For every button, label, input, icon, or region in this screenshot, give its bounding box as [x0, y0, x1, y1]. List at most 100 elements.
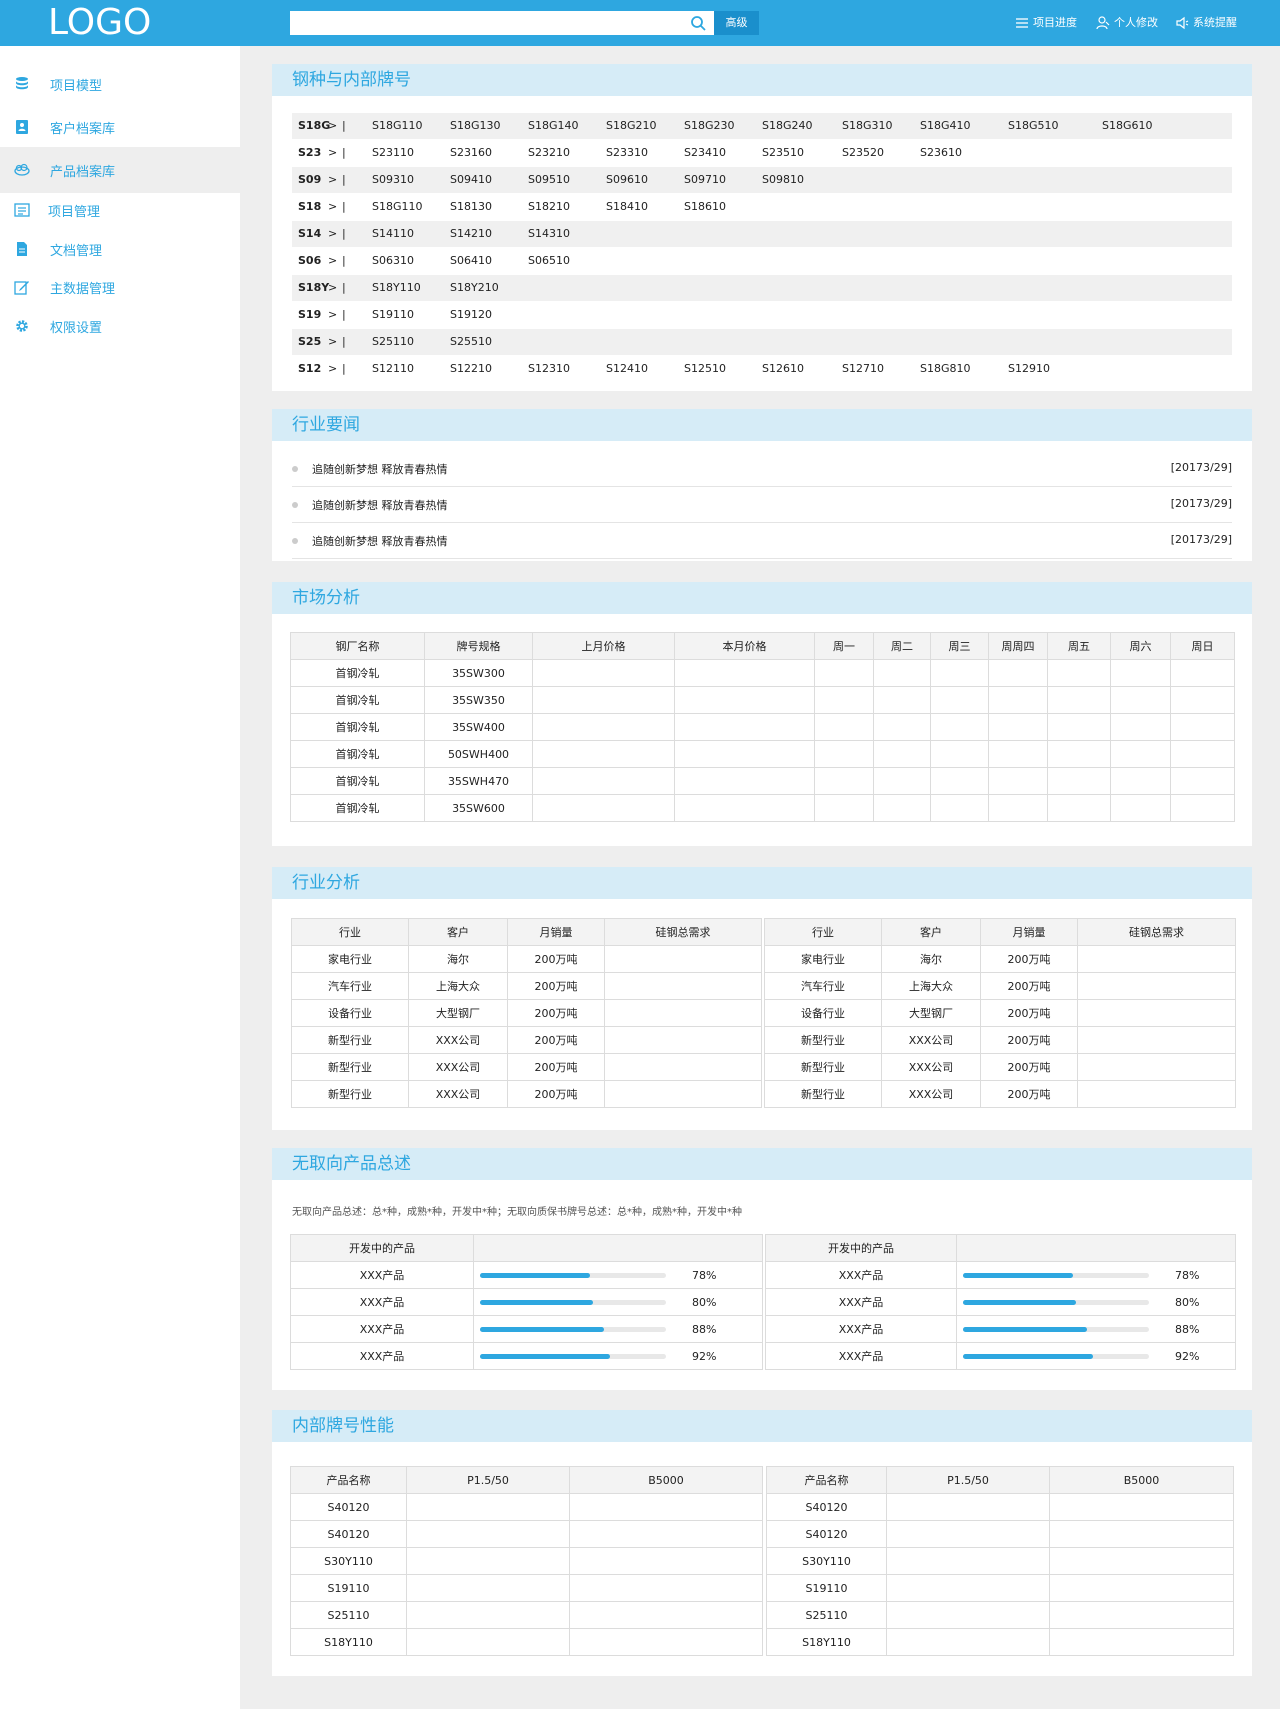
sidebar-item-document-management[interactable]: 文档管理	[0, 229, 240, 269]
col-header: 开发中的产品	[290, 1234, 474, 1262]
grade-code[interactable]: S09510	[528, 167, 570, 193]
grade-code[interactable]: S09810	[762, 167, 804, 193]
sidebar-item-master-data[interactable]: 主数据管理	[0, 267, 240, 307]
grade-code[interactable]: S18G230	[684, 113, 735, 139]
table-row: XXX产品 88%	[765, 1315, 1236, 1343]
table-cell	[604, 972, 762, 1000]
col-header: 产品名称	[290, 1466, 407, 1494]
grade-code[interactable]: S18410	[606, 194, 648, 220]
grade-family-label[interactable]: S18G	[298, 113, 330, 139]
grade-code[interactable]: S06310	[372, 248, 414, 274]
grade-code[interactable]: S09610	[606, 167, 648, 193]
grade-code[interactable]: S18G610	[1102, 113, 1153, 139]
progress-percent: 88%	[1175, 1322, 1200, 1336]
news-item[interactable]: 追随创新梦想 释放青春热情 [20173/29]	[292, 523, 1232, 559]
grade-code[interactable]: S19120	[450, 302, 492, 328]
grade-code[interactable]: S06410	[450, 248, 492, 274]
grade-code[interactable]: S23310	[606, 140, 648, 166]
grade-family-label[interactable]: S14	[298, 221, 321, 247]
grade-code[interactable]: S18130	[450, 194, 492, 220]
grade-family-label[interactable]: S19	[298, 302, 321, 328]
grade-code[interactable]: S06510	[528, 248, 570, 274]
grade-code[interactable]: S18Y210	[450, 275, 499, 301]
table-cell	[604, 999, 762, 1027]
grade-code[interactable]: S12710	[842, 356, 884, 382]
grade-code[interactable]: S19110	[372, 302, 414, 328]
grade-code[interactable]: S12410	[606, 356, 648, 382]
grade-code[interactable]: S23160	[450, 140, 492, 166]
grade-code[interactable]: S14110	[372, 221, 414, 247]
expand-arrow-icon[interactable]: >	[328, 248, 337, 274]
grade-code[interactable]: S25510	[450, 329, 492, 355]
grade-family-label[interactable]: S12	[298, 356, 321, 382]
grade-code[interactable]: S18610	[684, 194, 726, 220]
grade-family-label[interactable]: S23	[298, 140, 321, 166]
expand-arrow-icon[interactable]: >	[328, 356, 337, 382]
grade-code[interactable]: S18G110	[372, 194, 423, 220]
grade-code[interactable]: S12310	[528, 356, 570, 382]
grade-code[interactable]: S18G410	[920, 113, 971, 139]
grade-code[interactable]: S23510	[762, 140, 804, 166]
grade-code[interactable]: S12610	[762, 356, 804, 382]
table-cell	[1077, 1080, 1236, 1108]
expand-arrow-icon[interactable]: >	[328, 329, 337, 355]
expand-arrow-icon[interactable]: >	[328, 275, 337, 301]
grade-code[interactable]: S18210	[528, 194, 570, 220]
sidebar-item-customer-archive[interactable]: 客户档案库	[0, 107, 240, 147]
news-title[interactable]: 追随创新梦想 释放青春热情	[312, 497, 448, 513]
grade-code[interactable]: S23110	[372, 140, 414, 166]
sidebar-item-permissions[interactable]: 权限设置	[0, 306, 240, 346]
nav-profile-edit[interactable]: 个人修改	[1096, 15, 1158, 31]
grade-code[interactable]: S18Y110	[372, 275, 421, 301]
sidebar-item-product-archive[interactable]: 产品档案库	[0, 147, 240, 193]
grade-code[interactable]: S09310	[372, 167, 414, 193]
expand-arrow-icon[interactable]: >	[328, 167, 337, 193]
grade-code[interactable]: S23410	[684, 140, 726, 166]
grade-code[interactable]: S18G810	[920, 356, 971, 382]
nav-project-progress[interactable]: 项目进度	[1015, 15, 1077, 31]
expand-arrow-icon[interactable]: >	[328, 140, 337, 166]
table-cell	[532, 767, 675, 795]
grade-code[interactable]: S25110	[372, 329, 414, 355]
expand-arrow-icon[interactable]: >	[328, 302, 337, 328]
grade-code[interactable]: S12510	[684, 356, 726, 382]
expand-arrow-icon[interactable]: >	[328, 194, 337, 220]
grade-code[interactable]: S09710	[684, 167, 726, 193]
sidebar-item-project-model[interactable]: 项目模型	[0, 64, 240, 104]
col-header: P1.5/50	[406, 1466, 570, 1494]
expand-arrow-icon[interactable]: >	[328, 113, 337, 139]
grade-code[interactable]: S18G140	[528, 113, 579, 139]
grade-family-label[interactable]: S18	[298, 194, 321, 220]
grade-family-label[interactable]: S25	[298, 329, 321, 355]
grade-code[interactable]: S14210	[450, 221, 492, 247]
grade-code[interactable]: S18G210	[606, 113, 657, 139]
grade-code[interactable]: S23520	[842, 140, 884, 166]
grade-family-label[interactable]: S09	[298, 167, 321, 193]
grade-code[interactable]: S23210	[528, 140, 570, 166]
advanced-search-button[interactable]: 高级	[714, 11, 759, 35]
news-title[interactable]: 追随创新梦想 释放青春热情	[312, 533, 448, 549]
expand-arrow-icon[interactable]: >	[328, 221, 337, 247]
grade-code[interactable]: S12210	[450, 356, 492, 382]
search-input[interactable]	[290, 11, 714, 35]
grade-family-label[interactable]: S18Y	[298, 275, 329, 301]
nav-system-alerts[interactable]: 系统提醒	[1175, 15, 1237, 31]
news-item[interactable]: 追随创新梦想 释放青春热情 [20173/29]	[292, 487, 1232, 523]
grade-code[interactable]: S18G240	[762, 113, 813, 139]
grade-family-label[interactable]: S06	[298, 248, 321, 274]
grade-code[interactable]: S09410	[450, 167, 492, 193]
grade-code[interactable]: S14310	[528, 221, 570, 247]
news-title[interactable]: 追随创新梦想 释放青春热情	[312, 461, 448, 477]
grade-code[interactable]: S18G310	[842, 113, 893, 139]
grade-code[interactable]: S18G510	[1008, 113, 1059, 139]
grade-code[interactable]: S12110	[372, 356, 414, 382]
grade-code[interactable]: S12910	[1008, 356, 1050, 382]
search-icon[interactable]	[690, 15, 706, 31]
table-cell	[988, 659, 1048, 687]
sidebar-item-project-management[interactable]: 项目管理	[0, 190, 240, 230]
grade-code[interactable]: S18G130	[450, 113, 501, 139]
product-name: S40120	[766, 1493, 887, 1521]
news-item[interactable]: 追随创新梦想 释放青春热情 [20173/29]	[292, 451, 1232, 487]
grade-code[interactable]: S23610	[920, 140, 962, 166]
grade-code[interactable]: S18G110	[372, 113, 423, 139]
